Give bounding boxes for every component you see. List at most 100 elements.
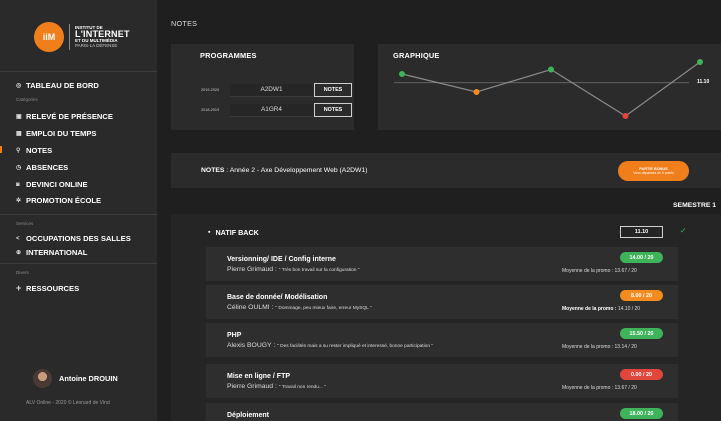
module-title: ▪ NATIF BACK <box>208 228 259 237</box>
promo-average: Moyenne de la promo : 13.67 / 20 <box>562 385 637 391</box>
sidebar-item-label: NOTES <box>26 146 53 155</box>
sidebar-divider <box>0 214 157 215</box>
sidebar-item-international[interactable]: ⊕ INTERNATIONAL <box>16 248 87 257</box>
presence-icon: ▣ <box>16 114 22 120</box>
sidebar-item-label: TABLEAU DE BORD <box>26 81 99 90</box>
sidebar-item-label: OCCUPATIONS DES SALLES <box>26 234 131 243</box>
teacher-comment-text: Des facilités mais a su rester impliqué … <box>280 344 431 349</box>
sidebar-item-label: ABSENCES <box>26 163 69 172</box>
star-icon: ✲ <box>16 198 22 204</box>
programme-code: A1GR4 <box>230 103 313 117</box>
active-indicator <box>0 146 2 153</box>
sidebar-item-label: RESSOURCES <box>26 283 80 293</box>
user-profile[interactable]: Antoine DROUIN <box>33 369 118 388</box>
teacher-name: Pierre Grimaud <box>227 266 274 273</box>
notes-header-text: NOTES : Année 2 - Axe Développement Web … <box>201 167 367 174</box>
sidebar-item-label: RELEVÉ DE PRÉSENCE <box>26 112 113 121</box>
course-comment: Alexis BOUGY : " Des facilités mais a su… <box>227 342 434 349</box>
promo-average: Moyenne de la promo : 13.14 / 20 <box>562 344 637 350</box>
sidebar-item-dashboard[interactable]: ◎ TABLEAU DE BORD <box>16 81 99 90</box>
course-title: Mise en ligne / FTP <box>227 373 291 380</box>
clock-icon: ◷ <box>16 165 22 171</box>
logo-badge: iiM <box>34 22 64 52</box>
share-icon: < <box>16 235 20 242</box>
promo-average: Moyenne de la promo : 13.67 / 20 <box>562 268 637 274</box>
sidebar-item-label: EMPLOI DU TEMPS <box>26 129 97 138</box>
course-card[interactable]: PHP Alexis BOUGY : " Des facilités mais a… <box>206 323 678 357</box>
avatar <box>33 369 52 388</box>
teacher-comment: " Des facilités mais a su rester impliqu… <box>277 344 434 349</box>
user-icon: ◙ <box>16 181 20 188</box>
logo-text: INSTITUT DE L'INTERNET ET DU MULTIMÉDIA … <box>75 25 130 49</box>
programme-code: A2DW1 <box>230 83 313 97</box>
programme-notes-button[interactable]: NOTES <box>314 83 352 97</box>
sidebar-category-label: Services <box>16 221 34 226</box>
page-title: NOTES <box>171 19 198 28</box>
plus-icon: + <box>16 283 22 293</box>
logo-line-4: PARIS-LA DÉFENSE <box>75 42 118 48</box>
promo-average-label: Moyenne de la promo : <box>562 306 617 312</box>
promo-average-value: 13.14 / 20 <box>614 344 637 350</box>
dashboard-icon: ◎ <box>16 83 22 89</box>
sidebar-item-absences[interactable]: ◷ ABSENCES <box>16 163 68 172</box>
grade-badge: 18.00 / 20 <box>620 408 663 419</box>
sidebar-item-promotion[interactable]: ✲ PROMOTION ÉCOLE <box>16 196 101 205</box>
sidebar-item-label: PROMOTION ÉCOLE <box>26 196 102 205</box>
programme-notes-button[interactable]: NOTES <box>314 103 352 117</box>
average-label: 11.10 <box>697 78 710 85</box>
sidebar-item-rooms[interactable]: < OCCUPATIONS DES SALLES <box>16 234 131 243</box>
sidebar: iiM INSTITUT DE L'INTERNET ET DU MULTIMÉ… <box>0 0 157 421</box>
sidebar-divider <box>0 71 157 72</box>
promo-average-label: Moyenne de la promo : <box>562 268 614 274</box>
teacher-comment-text: Très bon travail sur la configuration <box>281 268 357 273</box>
teacher-comment: " Dommage, peu mieux faire, erreur MySQL… <box>275 306 372 311</box>
sidebar-item-presence[interactable]: ▣ RELEVÉ DE PRÉSENCE <box>16 112 113 121</box>
teacher-comment-text: Dommage, peu mieux faire, erreur MySQL <box>278 306 369 311</box>
programme-year: 2019-2020 <box>201 88 220 92</box>
course-title: PHP <box>227 332 242 339</box>
sidebar-item-resources[interactable]: + RESSOURCES <box>16 283 79 293</box>
sidebar-item-notes[interactable]: ⚲ NOTES <box>16 146 52 155</box>
chart-point <box>697 59 703 65</box>
notes-header-bar: NOTES : Année 2 - Axe Développement Web … <box>171 153 721 188</box>
programme-row: 2018-2019 A1GR4 NOTES <box>201 103 352 117</box>
notes-header-label: NOTES <box>201 167 225 174</box>
teacher-name: Pierre Grimaud <box>227 383 274 390</box>
graphique-card: GRAPHIQUE 11.10 <box>378 44 721 130</box>
calendar-icon: ▦ <box>16 131 22 137</box>
programme-row: 2019-2020 A2DW1 NOTES <box>201 83 352 97</box>
course-comment: Pierre Grimaud : " Travail non rendu... … <box>227 383 326 390</box>
bonus-button[interactable]: PARTIE BONUS Vous dépassez de 5 points <box>618 161 689 181</box>
promo-average: Moyenne de la promo : 14.10 / 20 <box>562 306 640 312</box>
globe-icon: ⊕ <box>16 250 22 256</box>
promo-average-value: 13.67 / 20 <box>614 268 637 274</box>
course-card[interactable]: Mise en ligne / FTP Pierre Grimaud : " Tr… <box>206 364 678 398</box>
grades-icon: ⚲ <box>16 148 21 154</box>
chart-point <box>622 113 629 119</box>
course-comment: Céline OULMI : " Dommage, peu mieux fair… <box>227 304 372 311</box>
module-title-text: NATIF BACK <box>215 228 259 237</box>
sidebar-item-devinci-online[interactable]: ◙ DEVINCI ONLINE <box>16 180 88 189</box>
school-logo[interactable]: iiM INSTITUT DE L'INTERNET ET DU MULTIMÉ… <box>34 22 130 52</box>
programme-year: 2018-2019 <box>201 108 220 112</box>
chart-point <box>399 71 405 77</box>
sidebar-item-label: DEVINCI ONLINE <box>26 180 88 189</box>
footer-text: ALV Online - 2020 © Léonard de Vinci <box>26 400 111 406</box>
user-name: Antoine DROUIN <box>59 374 118 383</box>
grade-badge: 15.50 / 20 <box>620 328 663 339</box>
module-average: 11.10 <box>620 226 663 238</box>
course-card[interactable]: Base de donnée/ Modélisation Céline OULMI… <box>206 285 678 319</box>
grades-line-chart <box>394 59 703 119</box>
check-icon: ✓ <box>680 226 687 235</box>
grade-badge: 0.00 / 20 <box>620 369 663 380</box>
course-card[interactable]: Déploiement 18.00 / 20 <box>206 403 678 421</box>
sidebar-category-label: Divers <box>16 270 29 275</box>
sidebar-divider <box>0 263 157 264</box>
chart-point <box>548 66 554 73</box>
grade-badge: 14.00 / 20 <box>620 252 663 263</box>
course-title: Déploiement <box>227 412 270 419</box>
course-card[interactable]: Versionning/ IDE / Config interne Pierre … <box>206 247 678 281</box>
sidebar-item-schedule[interactable]: ▦ EMPLOI DU TEMPS <box>16 129 96 138</box>
promo-average-value: 13.67 / 20 <box>614 385 637 391</box>
bonus-subtitle: Vous dépassez de 5 points <box>633 171 674 176</box>
